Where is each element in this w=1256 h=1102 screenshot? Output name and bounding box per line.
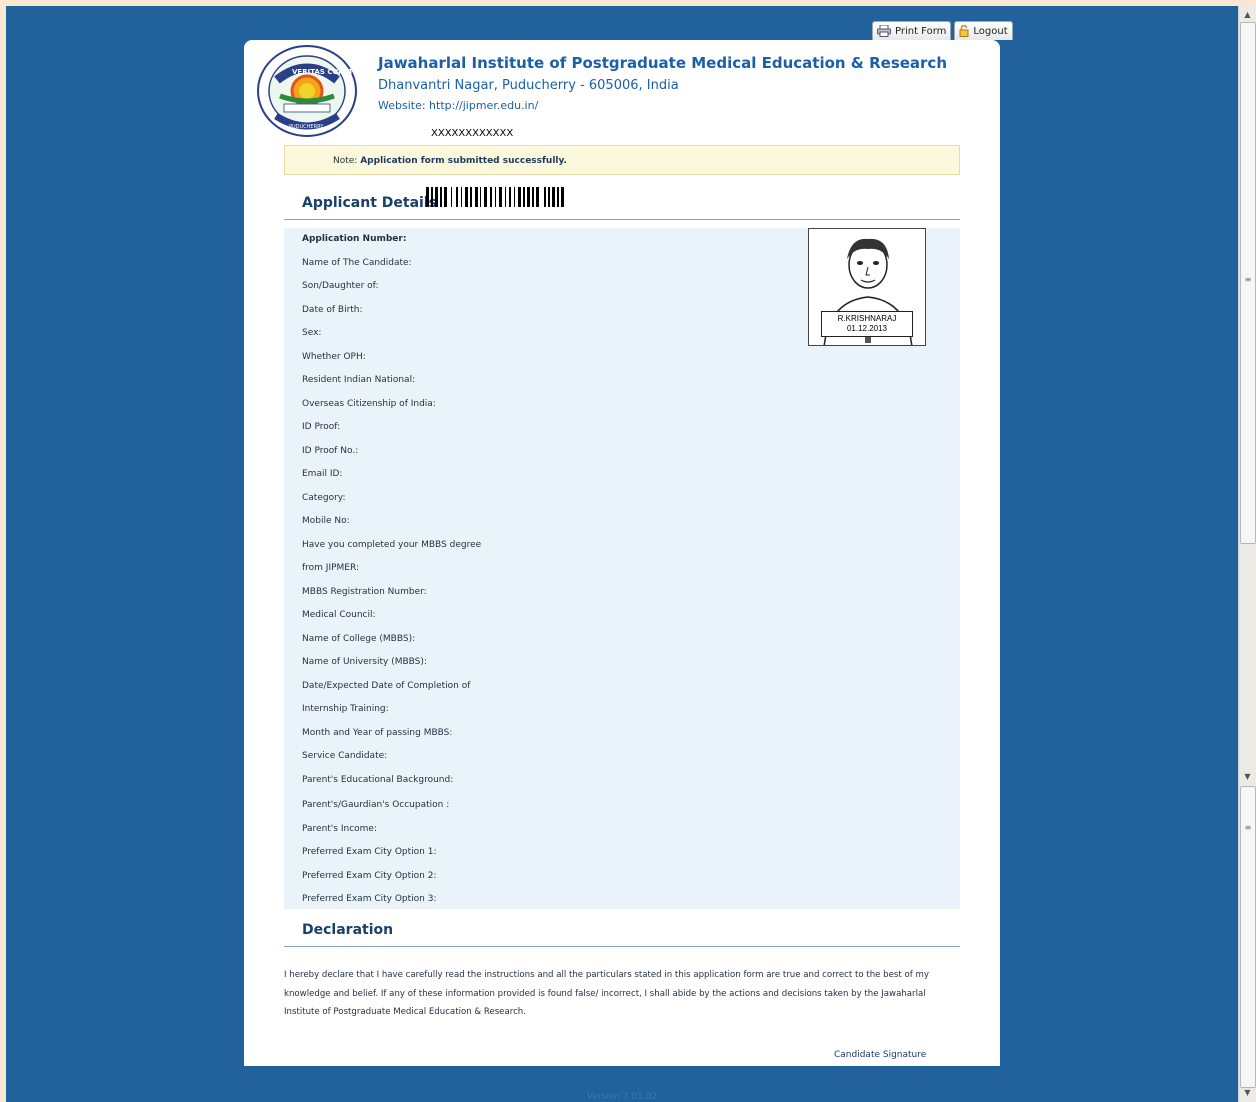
applicant-details-divider: [284, 219, 960, 220]
field-label: Preferred Exam City Option 1:: [302, 847, 437, 857]
field-label: Name of The Candidate:: [302, 257, 412, 268]
barcode: [426, 187, 566, 211]
scroll-bottom-arrow-icon[interactable]: ▼: [1239, 1086, 1256, 1100]
print-form-button[interactable]: Print Form: [872, 21, 952, 40]
toolbar: Print Form Logout: [872, 21, 1013, 40]
applicant-details-panel: Application Number: Name of The Candidate…: [284, 228, 960, 909]
field-label: from JIPMER:: [302, 563, 360, 573]
field-label: ID Proof:: [302, 422, 341, 432]
lock-icon: [959, 25, 969, 37]
field-label: Parent's/Gaurdian's Occupation :: [302, 800, 450, 810]
field-label: Date of Birth:: [302, 304, 363, 315]
note-prefix: Note:: [333, 156, 358, 166]
field-label: Application Number:: [302, 234, 407, 244]
version-label: Version 7.01.02: [586, 1092, 658, 1102]
applicant-details-heading: Applicant Details: [302, 195, 437, 211]
field-label: Whether OPH:: [302, 351, 366, 362]
field-label: ID Proof No.:: [302, 445, 359, 456]
photo-name-board: R.KRISHNARAJ 01.12.2013: [821, 311, 913, 337]
printer-icon: [877, 25, 891, 37]
institute-name: Jawaharlal Institute of Postgraduate Med…: [378, 54, 948, 72]
scroll-down-arrow-icon[interactable]: ▼: [1239, 770, 1256, 784]
field-label: Parent's Income:: [302, 823, 377, 834]
success-note: Note: Application form submitted success…: [284, 145, 960, 175]
field-label: Service Candidate:: [302, 751, 388, 761]
logout-label: Logout: [973, 25, 1008, 37]
field-label: Email ID:: [302, 469, 343, 479]
institute-website: Website: http://jipmer.edu.in/: [378, 99, 539, 112]
scroll-up-arrow-icon[interactable]: ▲: [1239, 8, 1256, 22]
field-label: Internship Training:: [302, 704, 389, 714]
candidate-signature-label: Candidate Signature: [834, 1050, 927, 1060]
field-label: Month and Year of passing MBBS:: [302, 727, 453, 738]
field-label: Category:: [302, 492, 346, 503]
field-label: Name of College (MBBS):: [302, 633, 416, 644]
field-label: Have you completed your MBBS degree: [302, 539, 482, 550]
declaration-divider: [284, 946, 960, 947]
photo-date: 01.12.2013: [846, 324, 888, 333]
field-label: Son/Daughter of:: [302, 281, 379, 291]
field-label: Date/Expected Date of Completion of: [302, 680, 471, 691]
field-label: Resident Indian National:: [302, 375, 416, 385]
grip-icon: ≡: [1244, 275, 1252, 284]
declaration-text: I hereby declare that I have carefully r…: [284, 970, 929, 1017]
field-label: Preferred Exam City Option 3:: [302, 894, 437, 904]
scrollbar-thumb-upper[interactable]: ≡: [1240, 22, 1256, 544]
application-number-masked: XXXXXXXXXXXX: [431, 128, 514, 139]
photo-candidate-name: R.KRISHNARAJ: [837, 314, 897, 323]
candidate-photo: R.KRISHNARAJ 01.12.2013: [808, 228, 926, 346]
print-form-label: Print Form: [895, 25, 947, 37]
seal-motto: VERITAS CURAT: [292, 68, 353, 76]
field-label: MBBS Registration Number:: [302, 586, 427, 597]
field-label: Sex:: [302, 328, 322, 338]
vertical-scrollbar[interactable]: ▲ ≡ ▼ ≡ ▼: [1238, 6, 1256, 1102]
seal-place: PUDUCHERRY: [289, 124, 324, 130]
field-label: Mobile No:: [302, 516, 350, 526]
field-label: Medical Council:: [302, 610, 376, 620]
field-label: Preferred Exam City Option 2:: [302, 870, 437, 881]
page-background: Print Form Logout VERITAS CURAT PUDUCHER…: [6, 6, 1238, 1102]
grip-icon-lower: ≡: [1244, 823, 1252, 832]
field-label: Parent's Educational Background:: [302, 774, 454, 785]
note-message: Application form submitted successfully.: [360, 156, 567, 166]
declaration-heading: Declaration: [302, 922, 394, 938]
field-label: Name of University (MBBS):: [302, 657, 427, 667]
institute-address: Dhanvantri Nagar, Puducherry - 605006, I…: [378, 78, 679, 93]
institute-seal-logo: VERITAS CURAT PUDUCHERRY: [256, 44, 358, 142]
scrollbar-thumb-lower[interactable]: ≡: [1240, 786, 1256, 1088]
field-label: Overseas Citizenship of India:: [302, 398, 436, 409]
logout-button[interactable]: Logout: [954, 21, 1013, 40]
application-form-card: VERITAS CURAT PUDUCHERRY Jawaharlal Inst…: [244, 40, 1000, 1066]
